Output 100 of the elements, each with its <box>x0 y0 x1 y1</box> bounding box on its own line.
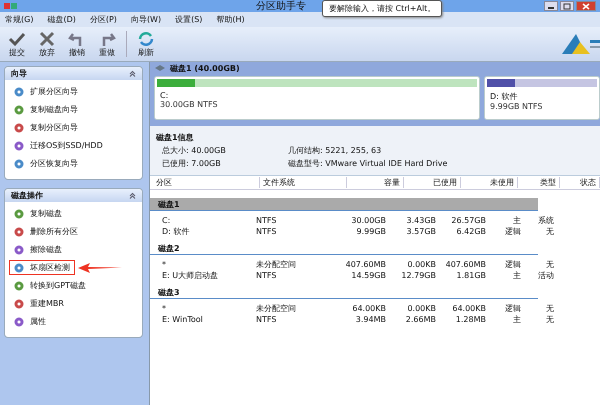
cross-icon <box>38 30 56 46</box>
menu-item[interactable]: 分区(P) <box>90 14 117 25</box>
table-cell-text: 未分配空间 <box>256 259 297 270</box>
table-cell-text: * <box>161 304 167 313</box>
table-cell-text: 未分配空间 <box>256 303 297 314</box>
toolbar-button[interactable]: 重做 <box>96 30 118 58</box>
menu-item[interactable]: 设置(S) <box>175 14 202 25</box>
table-cell-text: C: <box>161 216 172 225</box>
table-cell-text: 14.59GB <box>350 271 386 280</box>
close-button[interactable] <box>576 1 596 11</box>
column-header[interactable]: 未使用 <box>461 177 518 188</box>
tooltip: 要解除输入，请按 Ctrl+Alt。 <box>322 0 442 17</box>
table-cell-text: 主 <box>512 215 521 226</box>
disk-group-row[interactable]: 磁盘2 <box>150 242 538 255</box>
table-cell-text: 系统 <box>537 215 554 226</box>
sidebar-item[interactable]: 复制分区向导 <box>9 120 83 135</box>
check-icon <box>8 30 26 46</box>
menu-item[interactable]: 帮助(H) <box>216 14 245 25</box>
maximize-icon <box>563 2 571 10</box>
maximize-button[interactable] <box>560 1 574 11</box>
app-icon <box>4 1 18 11</box>
table-cell-text: NTFS <box>256 271 278 280</box>
table-cell-text: 逻辑 <box>504 303 521 314</box>
sidebar-item[interactable]: 复制磁盘 <box>9 206 67 221</box>
table-cell-text: 无 <box>545 226 554 237</box>
window-title: 分区助手专 <box>256 0 306 13</box>
table-cell-text: NTFS <box>256 216 278 225</box>
sidebar-item[interactable]: 坏扇区检测 <box>9 260 75 275</box>
close-icon <box>582 2 590 10</box>
partition-detail: 9.99GB NTFS <box>489 102 544 111</box>
table-cell-text: 407.60MB <box>444 260 486 269</box>
sidebar-item[interactable]: 分区恢复向导 <box>9 156 83 171</box>
collapse-icon[interactable] <box>129 70 136 77</box>
table-cell-text: 0.00KB <box>406 304 436 313</box>
toolbar-button[interactable]: 撤销 <box>66 30 88 58</box>
table-cell-text: 逻辑 <box>504 259 521 270</box>
disk-name: 磁盘3 <box>158 286 180 298</box>
table-cell-text: 64.00KB <box>351 304 386 313</box>
table-cell-text: NTFS <box>256 227 278 236</box>
table-cell-text: 无 <box>545 303 554 314</box>
info-field: 磁盘型号: VMware Virtual IDE Hard Drive <box>288 158 594 169</box>
column-header[interactable]: 容量 <box>347 177 404 188</box>
table-cell-text: NTFS <box>256 315 278 324</box>
partition-block[interactable]: D: 软件 9.99GB NTFS <box>484 76 600 120</box>
sidebar-item[interactable]: 删除所有分区 <box>9 224 83 239</box>
logo-icon <box>560 32 600 56</box>
collapse-icon[interactable] <box>129 192 136 199</box>
sidebar-item[interactable]: 转换到GPT磁盘 <box>9 278 91 293</box>
table-cell-text: E: U大师启动盘 <box>161 270 220 281</box>
sidebar-item[interactable]: 扩展分区向导 <box>9 84 83 99</box>
refresh-icon <box>137 30 155 46</box>
table-cell-text: 0.00KB <box>406 260 436 269</box>
disk-title: 磁盘1 (40.00GB) <box>170 62 240 74</box>
table-cell-text: 407.60MB <box>344 260 386 269</box>
column-header[interactable]: 类型 <box>518 177 560 188</box>
sidebar-item[interactable]: 复制磁盘向导 <box>9 102 83 117</box>
table-cell-text: 2.66MB <box>404 315 436 324</box>
table-cell-text: 30.00GB <box>350 216 386 225</box>
sidebar-item[interactable]: 属性 <box>9 314 51 329</box>
disk-name: 磁盘1 <box>158 198 180 210</box>
info-title: 磁盘1信息 <box>156 132 195 143</box>
disk-name: 磁盘2 <box>158 242 180 254</box>
table-cell-text: 64.00KB <box>451 304 486 313</box>
menu-item[interactable]: 向导(W) <box>130 14 162 25</box>
table-cell-text: 主 <box>512 314 521 325</box>
toolbar-button[interactable]: 刷新 <box>135 30 157 58</box>
disk-group-row[interactable]: 磁盘1 <box>150 198 538 211</box>
table-cell-text: 6.42GB <box>456 227 486 236</box>
toolbar-button[interactable]: 提交 <box>6 30 28 58</box>
sidebar-item[interactable]: 重建MBR <box>9 296 69 311</box>
column-header[interactable]: 已使用 <box>404 177 461 188</box>
table-cell-text: D: 软件 <box>161 226 190 237</box>
disk-group-row[interactable]: 磁盘3 <box>150 286 538 299</box>
table-cell-text: E: WinTool <box>161 315 204 324</box>
table-cell-text: 1.28MB <box>454 315 486 324</box>
table-cell-text: 3.94MB <box>354 315 386 324</box>
column-header[interactable]: 文件系统 <box>260 177 347 188</box>
table-cell-text: 26.57GB <box>450 216 486 225</box>
partition-block[interactable]: C: 30.00GB NTFS <box>154 76 480 120</box>
table-cell-text: 无 <box>545 314 554 325</box>
table-cell-text: 逻辑 <box>504 226 521 237</box>
column-header[interactable]: 分区 <box>150 177 260 188</box>
panel-title: 向导 <box>11 68 27 79</box>
table-cell-text: 无 <box>545 259 554 270</box>
table-cell-text: * <box>161 260 167 269</box>
table-cell-text: 3.43GB <box>406 216 436 225</box>
sidebar-item[interactable]: 擦除磁盘 <box>9 242 67 257</box>
sidebar-item[interactable]: 迁移OS到SSD/HDD <box>9 138 108 153</box>
toolbar-button[interactable]: 放弃 <box>36 30 58 58</box>
column-header[interactable]: 状态 <box>560 177 600 188</box>
table-cell-text: 1.81GB <box>456 271 486 280</box>
partition-name: D: 软件 <box>489 91 518 102</box>
menu-item[interactable]: 磁盘(D) <box>47 14 76 25</box>
table-cell-text: 3.57GB <box>406 227 436 236</box>
minimize-button[interactable] <box>544 1 558 11</box>
partition-name: C: <box>159 91 170 100</box>
panel-title: 磁盘操作 <box>11 190 43 201</box>
table-cell-text: 9.99GB <box>356 227 386 236</box>
info-field: 已使用: 7.00GB <box>162 158 288 169</box>
menu-item[interactable]: 常规(G) <box>5 14 34 25</box>
